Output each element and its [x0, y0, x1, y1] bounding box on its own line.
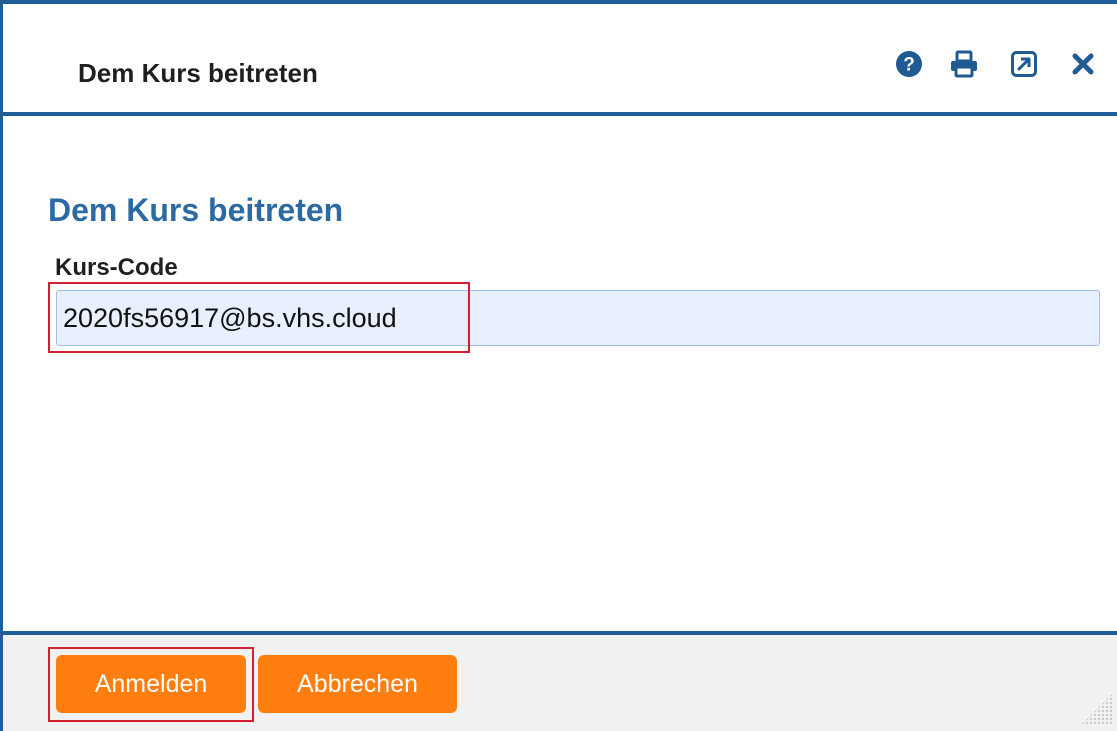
svg-text:?: ? [903, 55, 915, 76]
dialog-content: Dem Kurs beitreten Kurs-Code [3, 116, 1117, 635]
close-icon[interactable] [1068, 49, 1098, 79]
external-window-icon[interactable] [1009, 49, 1039, 79]
print-icon[interactable] [949, 49, 979, 79]
join-course-dialog: Dem Kurs beitreten ? Dem Kurs beitreten … [0, 0, 1117, 731]
dialog-footer: Anmelden Abbrechen [3, 631, 1117, 731]
login-button[interactable]: Anmelden [56, 655, 246, 713]
course-code-input[interactable] [56, 290, 1100, 346]
cancel-button[interactable]: Abbrechen [258, 655, 457, 713]
resize-handle[interactable] [1081, 693, 1113, 725]
help-icon[interactable]: ? [894, 49, 924, 79]
course-code-label: Kurs-Code [55, 254, 178, 281]
dialog-titlebar: Dem Kurs beitreten ? [3, 4, 1117, 116]
form-heading: Dem Kurs beitreten [48, 192, 344, 228]
dialog-title: Dem Kurs beitreten [78, 58, 318, 88]
